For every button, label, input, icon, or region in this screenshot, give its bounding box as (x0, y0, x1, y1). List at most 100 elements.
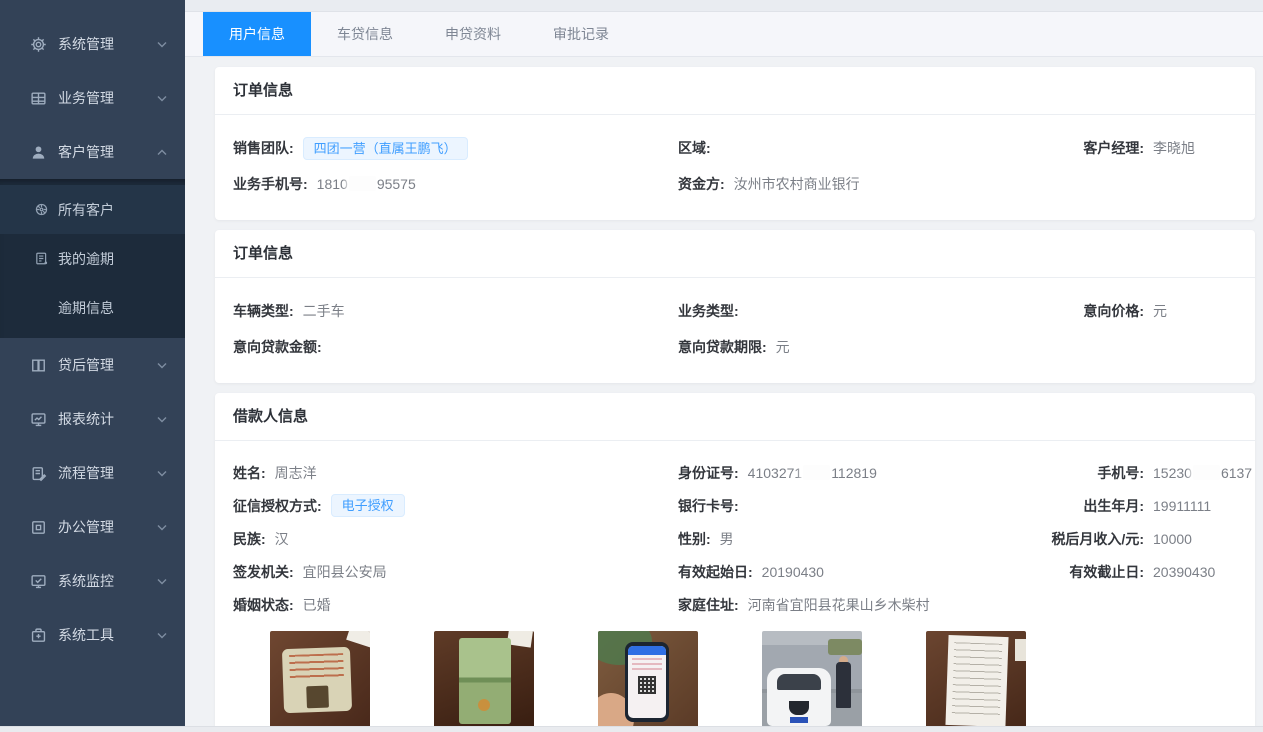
field-label: 资金方: (678, 174, 725, 194)
id-card-photo[interactable]: 身份证 (270, 631, 370, 732)
sidebar-item-process-management[interactable]: 流程管理 (0, 446, 185, 500)
divider (215, 114, 1255, 115)
field-value: 宜阳县公安局 (303, 562, 387, 582)
field-loan-term: 意向贷款期限: 元 (678, 337, 1038, 357)
field-label: 意向价格: (1038, 301, 1144, 321)
sidebar-item-label: 业务管理 (58, 88, 114, 108)
detail-scroll-area[interactable]: 订单信息 销售团队: 四团一营（直属王鹏飞） 区域: 客户经理: 李晓旭 业 (185, 58, 1263, 732)
sidebar-item-label: 客户管理 (58, 142, 114, 162)
sidebar-item-customer-management[interactable]: 客户管理 (0, 125, 185, 179)
field-valid-to: 有效截止日: 20390430 (1038, 562, 1237, 582)
clipboard-icon (29, 464, 47, 482)
credit-auth-qr-photo[interactable]: 征信授权 (598, 631, 698, 732)
id-card-photo-thumb[interactable] (270, 631, 370, 731)
card-title: 订单信息 (233, 81, 1237, 101)
sidebar-item-my-overdue[interactable]: 我的逾期 (0, 234, 185, 283)
card-title: 借款人信息 (233, 407, 1237, 427)
field-mobile-phone: 手机号: 152306137 (1038, 463, 1237, 483)
field-label: 客户经理: (1038, 138, 1144, 158)
field-row: 征信授权方式: 电子授权 银行卡号: 出生年月: 19911111 (233, 489, 1237, 522)
field-label: 签发机关: (233, 562, 294, 582)
chevron-down-icon (157, 470, 167, 477)
sidebar-item-system-tools[interactable]: 系统工具 (0, 608, 185, 662)
field-valid-from: 有效起始日: 20190430 (678, 562, 1038, 582)
field-credit-auth: 征信授权方式: 电子授权 (233, 494, 678, 517)
field-label: 手机号: (1038, 463, 1144, 483)
field-intent-price: 意向价格: 元 (1038, 301, 1237, 321)
field-label: 有效截止日: (1038, 562, 1144, 582)
sidebar-item-postloan-management[interactable]: 贷后管理 (0, 338, 185, 392)
document-photo-thumb[interactable] (926, 631, 1026, 731)
field-customer-manager: 客户经理: 李晓旭 (1038, 138, 1237, 158)
top-strip (185, 0, 1263, 12)
field-sales-team: 销售团队: 四团一营（直属王鹏飞） (233, 137, 678, 160)
field-id-number: 身份证号: 4103271112819 (678, 463, 1038, 483)
credit-auth-tag[interactable]: 电子授权 (331, 494, 405, 517)
sidebar-nav: 系统管理 业务管理 客户管理 (0, 0, 185, 662)
tab-user-info[interactable]: 用户信息 (203, 12, 311, 56)
field-label: 性别: (678, 529, 711, 549)
field-value: 二手车 (303, 301, 345, 321)
divider (215, 440, 1255, 441)
license-booklet-photo[interactable]: 驾驶证照片 (434, 631, 534, 732)
sidebar-item-system-monitor[interactable]: 系统监控 (0, 554, 185, 608)
chevron-down-icon (157, 632, 167, 639)
sidebar-item-office-management[interactable]: 办公管理 (0, 500, 185, 554)
field-value: 20190430 (762, 564, 824, 580)
person-with-car-photo[interactable]: 人车合影 (762, 631, 862, 732)
field-label: 民族: (233, 529, 266, 549)
person-with-car-photo-thumb[interactable] (762, 631, 862, 731)
gear-icon (29, 35, 47, 53)
chevron-down-icon (157, 524, 167, 531)
tab-approval-records[interactable]: 审批记录 (527, 12, 635, 56)
license-booklet-photo-thumb[interactable] (434, 631, 534, 731)
sidebar-item-label: 系统管理 (58, 34, 114, 54)
sales-team-tag[interactable]: 四团一营（直属王鹏飞） (303, 137, 468, 160)
order-info-card-1: 订单信息 销售团队: 四团一营（直属王鹏飞） 区域: 客户经理: 李晓旭 业 (215, 67, 1255, 220)
toolbox-icon (29, 626, 47, 644)
credit-auth-qr-photo-thumb[interactable] (598, 631, 698, 731)
field-row: 签发机关: 宜阳县公安局 有效起始日: 20190430 有效截止日: 2039… (233, 555, 1237, 588)
sidebar-item-label: 流程管理 (58, 463, 114, 483)
field-business-phone: 业务手机号: 181095575 (233, 174, 678, 194)
sidebar-item-system-management[interactable]: 系统管理 (0, 17, 185, 71)
field-value: 19911111 (1153, 498, 1211, 514)
order-info-card-2: 订单信息 车辆类型: 二手车 业务类型: 意向价格: 元 意向贷款金额: (215, 230, 1255, 383)
sidebar-item-report-statistics[interactable]: 报表统计 (0, 392, 185, 446)
sidebar-item-label: 贷后管理 (58, 355, 114, 375)
no-icon-spacer (33, 300, 49, 316)
tab-car-loan-info[interactable]: 车贷信息 (311, 12, 419, 56)
chevron-down-icon (157, 578, 167, 585)
field-row: 业务手机号: 181095575 资金方: 汝州市农村商业银行 (233, 166, 1237, 202)
user-icon (29, 143, 47, 161)
detail-tabbar: 用户信息 车贷信息 申贷资料 审批记录 (185, 12, 1263, 57)
field-label: 身份证号: (678, 463, 739, 483)
field-label: 意向贷款金额: (233, 337, 322, 357)
field-birth-date: 出生年月: 19911111 (1038, 496, 1237, 516)
field-value: 元 (776, 337, 790, 357)
field-value: 男 (720, 529, 734, 549)
borrower-info-card: 借款人信息 姓名: 周志洋 身份证号: 4103271112819 手机号: 1… (215, 393, 1255, 732)
sidebar-submenu-customer: 所有客户 我的逾期 逾期信息 (0, 179, 185, 338)
field-row: 意向贷款金额: 意向贷款期限: 元 (233, 329, 1237, 365)
field-value: 李晓旭 (1153, 138, 1195, 158)
sidebar-item-overdue-info[interactable]: 逾期信息 (0, 283, 185, 332)
sidebar-item-label: 所有客户 (58, 200, 114, 220)
field-label: 区域: (678, 138, 711, 158)
sidebar-item-label: 逾期信息 (58, 298, 114, 318)
grid-icon (29, 89, 47, 107)
document-photo[interactable]: 其他材料 (926, 631, 1026, 732)
field-label: 税后月收入/元: (1038, 529, 1144, 549)
field-label: 银行卡号: (678, 496, 739, 516)
sidebar-item-business-management[interactable]: 业务管理 (0, 71, 185, 125)
field-value: 152306137 (1153, 465, 1252, 481)
field-row: 车辆类型: 二手车 业务类型: 意向价格: 元 (233, 293, 1237, 329)
field-gender: 性别: 男 (678, 529, 1038, 549)
sidebar-item-all-customers[interactable]: 所有客户 (0, 185, 185, 234)
tab-loan-application-materials[interactable]: 申贷资料 (419, 12, 527, 56)
photo-thumbnails: 身份证 驾驶证照片 征信授权 (233, 631, 1237, 732)
field-label: 业务手机号: (233, 174, 308, 194)
bottom-strip (0, 726, 1263, 732)
field-monthly-income: 税后月收入/元: 10000 (1038, 529, 1237, 549)
sidebar-item-label: 我的逾期 (58, 249, 114, 269)
